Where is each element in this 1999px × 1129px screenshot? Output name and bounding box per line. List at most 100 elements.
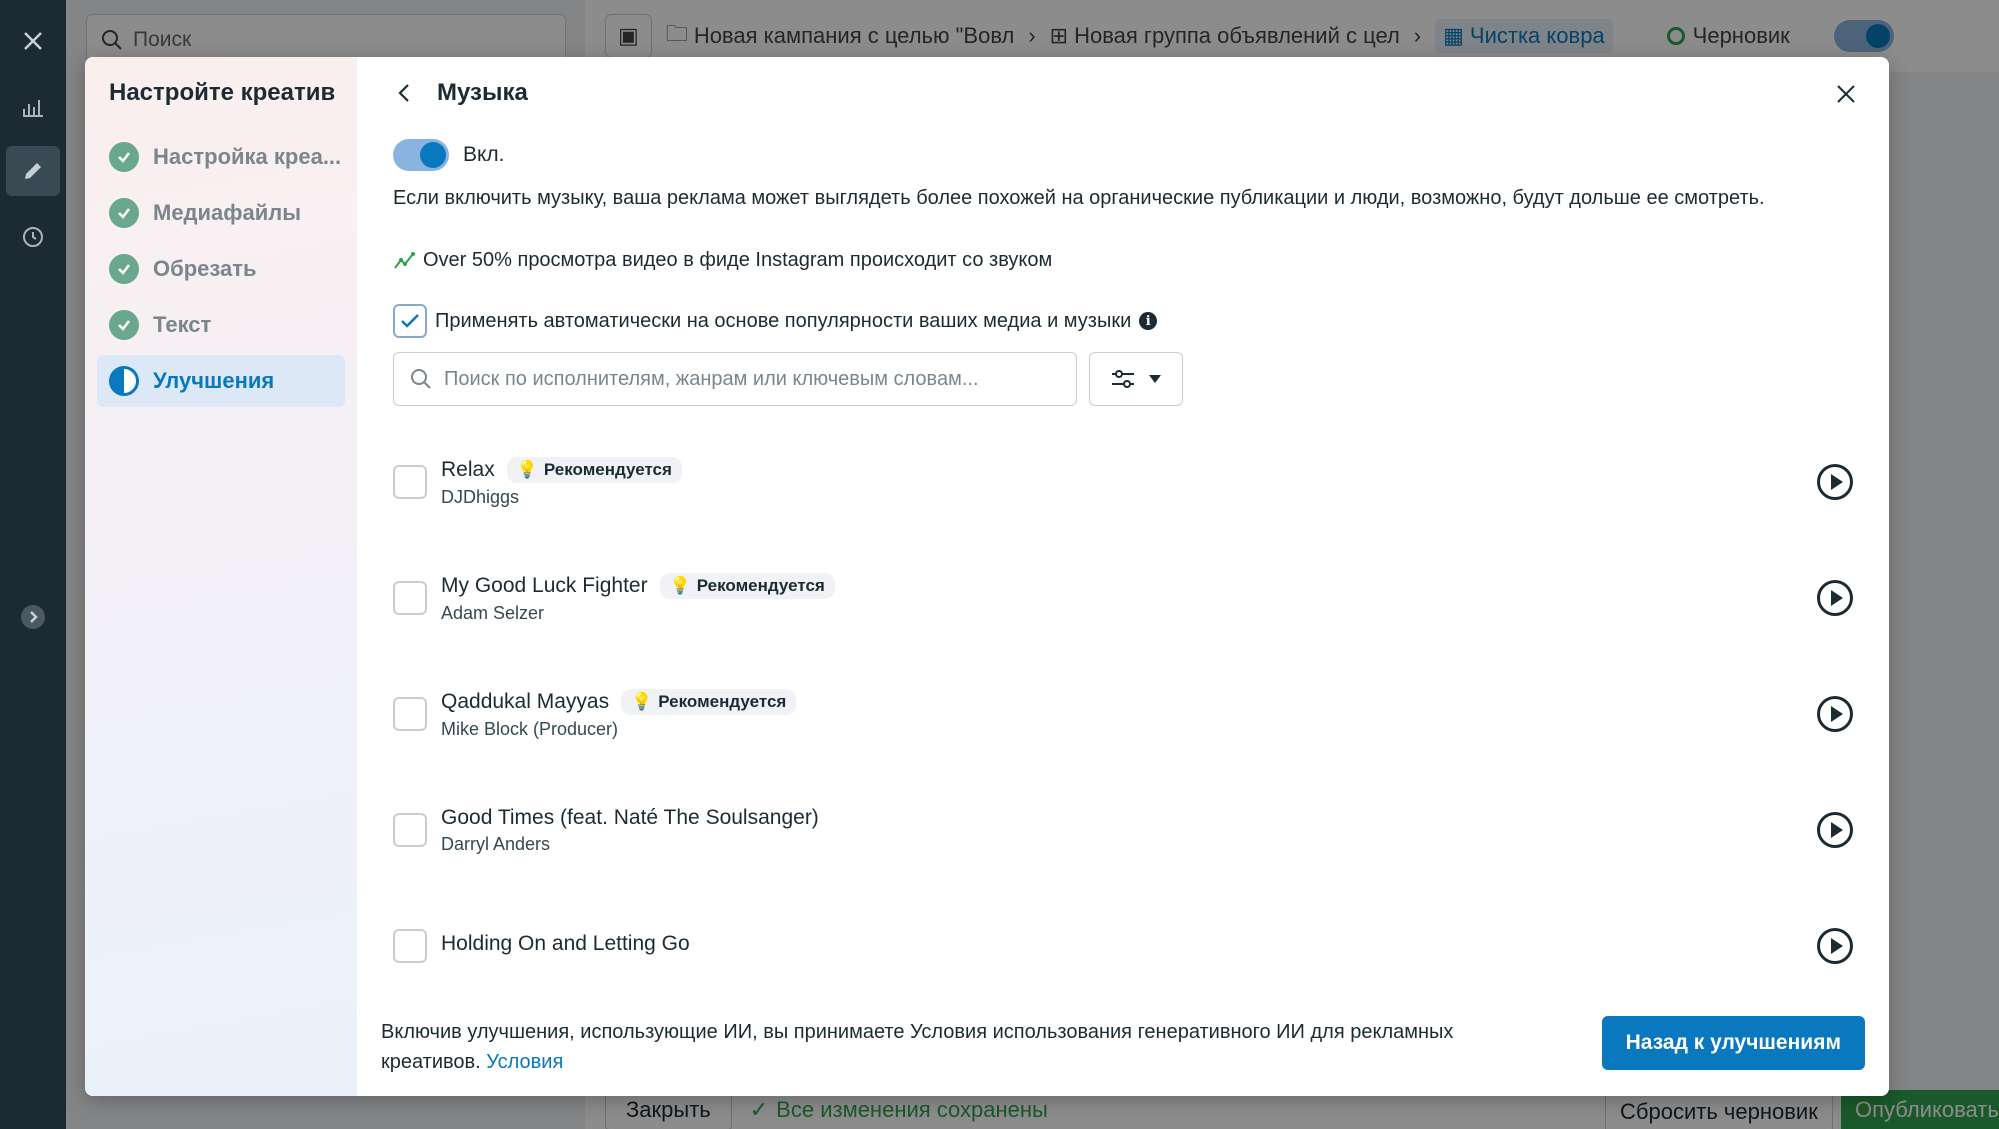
check-circle-icon: [109, 198, 139, 228]
modal-sidebar: Настройте креатив Настройка креа... Меди…: [85, 57, 357, 1096]
toggle-label: Вкл.: [463, 143, 505, 166]
search-row: [393, 352, 1853, 406]
step-label: Настройка креа...: [153, 144, 342, 169]
modal-main: Музыка Вкл. Если включить музыку, ваша р…: [357, 57, 1889, 1096]
sidebar-title: Настройте креатив: [109, 79, 336, 106]
track-title-row: Holding On and Letting Go: [441, 932, 690, 956]
track-title-row: Relax 💡 Рекомендуется: [441, 456, 682, 483]
footer-terms: Включив улучшения, использующие ИИ, вы п…: [381, 1017, 1541, 1077]
info-icon[interactable]: i: [1139, 312, 1158, 330]
left-rail: [0, 0, 66, 1129]
music-search-input[interactable]: [444, 367, 1044, 391]
terms-link[interactable]: Условия: [486, 1051, 563, 1073]
sliders-icon: [1112, 370, 1134, 388]
track-artist: Darryl Anders: [441, 833, 551, 854]
track-text: Good Times (feat. Naté The Soulsanger) D…: [441, 806, 819, 855]
filter-button[interactable]: [1089, 352, 1183, 406]
play-icon: [1830, 590, 1843, 606]
track-checkbox[interactable]: [393, 929, 427, 963]
close-button[interactable]: [1831, 79, 1861, 109]
close-icon[interactable]: [0, 16, 66, 66]
back-to-enhancements-button[interactable]: Назад к улучшениям: [1601, 1016, 1865, 1070]
play-icon: [1830, 474, 1843, 490]
play-button[interactable]: [1817, 464, 1853, 500]
track-title-row: Good Times (feat. Naté The Soulsanger): [441, 806, 819, 830]
play-icon: [1830, 706, 1843, 722]
track-artist: Adam Selzer: [441, 602, 545, 623]
check-circle-icon: [109, 310, 139, 340]
track-title: Qaddukal Mayyas: [441, 689, 610, 713]
track-title: Relax: [441, 457, 495, 481]
step-label: Медиафайлы: [153, 200, 302, 225]
track-checkbox[interactable]: [393, 813, 427, 847]
track-title: My Good Luck Fighter: [441, 573, 648, 597]
music-description: Если включить музыку, ваша реклама может…: [393, 187, 1765, 209]
list-item: Holding On and Letting Go: [393, 888, 1853, 1004]
play-icon: [1830, 938, 1843, 954]
music-content: Вкл. Если включить музыку, ваша реклама …: [357, 129, 1889, 1069]
track-checkbox[interactable]: [393, 465, 427, 499]
track-artist: Mike Block (Producer): [441, 718, 619, 739]
check-circle-icon: [109, 142, 139, 172]
badge-label: Рекомендуется: [696, 575, 825, 595]
step-text[interactable]: Текст: [97, 299, 345, 351]
auto-apply-row: Применять автоматически на основе популя…: [393, 304, 1853, 338]
expand-icon[interactable]: [0, 592, 66, 642]
play-button[interactable]: [1817, 696, 1853, 732]
history-icon[interactable]: [0, 212, 66, 262]
play-button[interactable]: [1817, 812, 1853, 848]
track-artist: DJDhiggs: [441, 486, 520, 507]
track-text: Holding On and Letting Go: [441, 932, 690, 960]
play-button[interactable]: [1817, 928, 1853, 964]
lightbulb-icon: 💡: [631, 691, 653, 711]
track-checkbox[interactable]: [393, 697, 427, 731]
trend-up-icon: [394, 251, 415, 269]
edit-icon[interactable]: [6, 146, 60, 196]
stat-text: Over 50% просмотра видео в фиде Instagra…: [423, 249, 1053, 271]
step-crop[interactable]: Обрезать: [97, 243, 345, 295]
search-icon: [411, 369, 431, 389]
modal-footer: Включив улучшения, использующие ИИ, вы п…: [357, 998, 1889, 1096]
step-label: Улучшения: [153, 368, 275, 393]
creative-setup-modal: Настройте креатив Настройка креа... Меди…: [85, 57, 1889, 1096]
music-toggle[interactable]: [393, 139, 449, 171]
chart-icon[interactable]: [0, 82, 66, 132]
music-toggle-row: Вкл.: [393, 139, 1853, 171]
half-circle-icon: [109, 366, 139, 396]
music-search-box: [393, 352, 1077, 406]
page-title: Музыка: [437, 79, 528, 106]
caret-down-icon: [1149, 375, 1161, 383]
main-header: Музыка: [357, 57, 1889, 129]
step-creative-setup[interactable]: Настройка креа...: [97, 131, 345, 183]
close-icon: [1837, 85, 1855, 103]
list-item: Qaddukal Mayyas 💡 Рекомендуется Mike Bloc…: [393, 656, 1853, 772]
track-list: Relax 💡 Рекомендуется DJDhiggs My Good Lu…: [393, 424, 1853, 1004]
back-button[interactable]: [389, 78, 419, 108]
badge-label: Рекомендуется: [658, 691, 787, 711]
checkmark-icon: [401, 314, 419, 328]
track-text: Qaddukal Mayyas 💡 Рекомендуется Mike Bloc…: [441, 688, 797, 740]
recommended-badge: 💡 Рекомендуется: [506, 456, 682, 483]
toggle-knob: [420, 142, 446, 168]
check-circle-icon: [109, 254, 139, 284]
track-title: Good Times (feat. Naté The Soulsanger): [441, 805, 819, 829]
list-item: My Good Luck Fighter 💡 Рекомендуется Adam…: [393, 540, 1853, 656]
track-text: Relax 💡 Рекомендуется DJDhiggs: [441, 456, 682, 508]
badge-label: Рекомендуется: [543, 459, 672, 479]
track-title-row: Qaddukal Mayyas 💡 Рекомендуется: [441, 688, 797, 715]
step-enhancements[interactable]: Улучшения: [97, 355, 345, 407]
auto-apply-checkbox[interactable]: [393, 304, 427, 338]
list-item: Relax 💡 Рекомендуется DJDhiggs: [393, 424, 1853, 540]
lightbulb-icon: 💡: [516, 459, 538, 479]
track-title-row: My Good Luck Fighter 💡 Рекомендуется: [441, 572, 835, 599]
play-icon: [1830, 822, 1843, 838]
track-title: Holding On and Letting Go: [441, 932, 690, 955]
step-media[interactable]: Медиафайлы: [97, 187, 345, 239]
step-label: Текст: [153, 312, 212, 337]
track-checkbox[interactable]: [393, 581, 427, 615]
chevron-left-icon: [398, 84, 409, 102]
stat-row: Over 50% просмотра видео в фиде Instagra…: [393, 249, 1853, 272]
recommended-badge: 💡 Рекомендуется: [659, 572, 835, 599]
lightbulb-icon: 💡: [669, 575, 691, 595]
play-button[interactable]: [1817, 580, 1853, 616]
